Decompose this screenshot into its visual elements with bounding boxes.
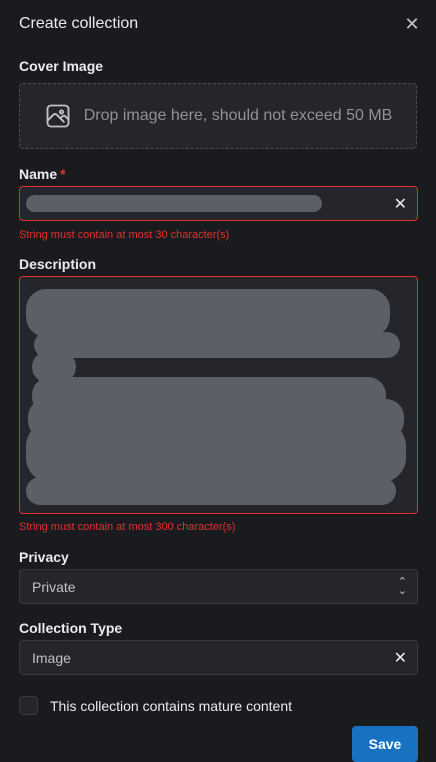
image-icon [46, 104, 70, 128]
name-label-text: Name [19, 166, 58, 182]
redaction-scribble [26, 289, 390, 337]
mature-content-label[interactable]: This collection contains mature content [50, 698, 292, 714]
collection-type-select[interactable]: Image ✕ [19, 640, 418, 675]
privacy-label: Privacy [19, 549, 69, 565]
collection-type-value: Image [32, 649, 71, 666]
save-button[interactable]: Save [352, 726, 418, 762]
clear-icon[interactable]: ✕ [394, 194, 407, 214]
description-label: Description [19, 256, 97, 272]
redaction-scribble [26, 477, 396, 505]
privacy-value: Private [32, 578, 76, 595]
modal-title: Create collection [19, 15, 139, 32]
clear-icon[interactable]: ✕ [394, 648, 407, 668]
collection-type-label: Collection Type [19, 620, 123, 636]
redaction-scribble [26, 195, 322, 212]
privacy-select[interactable]: Private ⌃ ⌄ [19, 569, 418, 604]
cover-image-dropzone[interactable]: Drop image here, should not exceed 50 MB [19, 83, 417, 149]
mature-content-checkbox[interactable] [19, 696, 38, 715]
redaction-scribble [26, 422, 406, 482]
name-label: Name * [19, 166, 66, 182]
modal-header: Create collection ✕ [19, 12, 422, 36]
cover-image-label: Cover Image [19, 58, 104, 74]
mature-content-row: This collection contains mature content [19, 696, 292, 715]
chevron-up-down-icon: ⌃ ⌄ [397, 575, 407, 597]
dropzone-text: Drop image here, should not exceed 50 MB [83, 107, 393, 124]
name-error: String must contain at most 30 character… [19, 229, 230, 241]
required-mark: * [60, 166, 66, 182]
close-icon[interactable]: ✕ [402, 14, 422, 34]
redaction-scribble [34, 332, 400, 358]
description-error: String must contain at most 300 characte… [19, 521, 236, 533]
description-textarea[interactable] [19, 276, 418, 514]
name-input[interactable]: ✕ [19, 186, 418, 221]
